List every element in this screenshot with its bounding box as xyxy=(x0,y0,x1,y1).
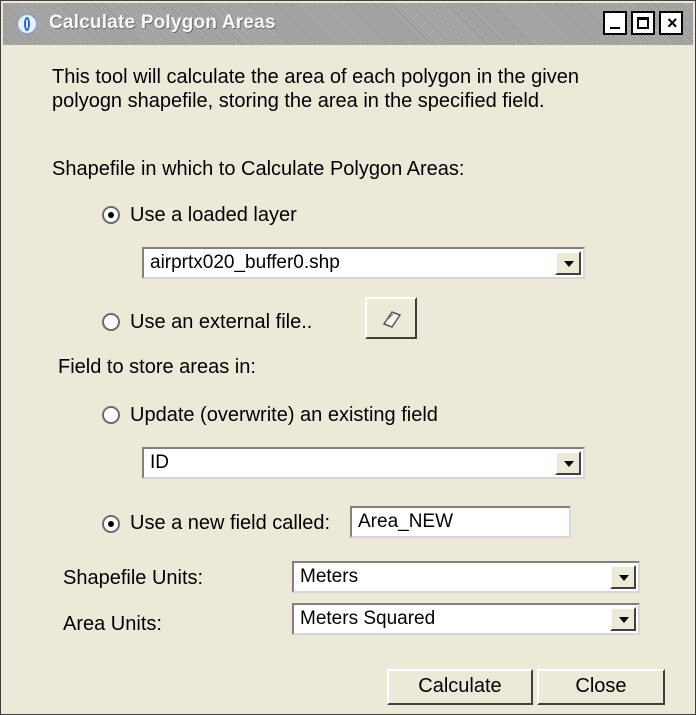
calculate-button[interactable]: Calculate xyxy=(387,669,533,705)
shapefile-units-value: Meters xyxy=(300,566,359,587)
browse-file-button[interactable] xyxy=(365,297,417,339)
shapefile-units-label: Shapefile Units: xyxy=(63,567,204,589)
area-units-value: Meters Squared xyxy=(300,608,436,629)
area-units-label: Area Units: xyxy=(63,613,162,635)
description-line-1: This tool will calculate the area of eac… xyxy=(52,66,579,88)
folder-icon xyxy=(382,311,402,328)
use-new-field-label[interactable]: Use a new field called: xyxy=(130,512,330,535)
dialog-window: Calculate Polygon Areas × This tool will… xyxy=(0,0,696,715)
description-line-2: polyogn shapefile, storing the area in t… xyxy=(52,90,545,112)
use-loaded-layer-label[interactable]: Use a loaded layer xyxy=(130,204,297,227)
area-units-select[interactable]: Meters Squared xyxy=(292,603,640,635)
use-new-field-radio[interactable] xyxy=(102,515,120,533)
chevron-down-icon[interactable] xyxy=(610,565,636,589)
chevron-down-icon[interactable] xyxy=(555,251,581,275)
minimize-button[interactable] xyxy=(603,11,627,35)
update-existing-field-label[interactable]: Update (overwrite) an existing field xyxy=(130,404,438,427)
update-existing-field-radio[interactable] xyxy=(102,406,120,424)
chevron-down-icon[interactable] xyxy=(555,451,581,475)
shapefile-section-label: Shapefile in which to Calculate Polygon … xyxy=(52,158,465,180)
use-external-file-label[interactable]: Use an external file.. xyxy=(130,311,312,334)
shapefile-units-select[interactable]: Meters xyxy=(292,561,640,593)
use-external-file-radio[interactable] xyxy=(102,313,120,331)
title-bar[interactable]: Calculate Polygon Areas × xyxy=(3,3,693,45)
new-field-name-input[interactable]: Area_NEW xyxy=(350,506,571,538)
chevron-down-icon[interactable] xyxy=(610,607,636,631)
new-field-name-value: Area_NEW xyxy=(358,511,454,532)
use-loaded-layer-radio[interactable] xyxy=(102,206,120,224)
maximize-button[interactable] xyxy=(631,11,655,35)
window-title: Calculate Polygon Areas xyxy=(49,12,276,33)
close-icon: × xyxy=(667,13,678,33)
close-window-button[interactable]: × xyxy=(659,11,683,35)
loaded-layer-select[interactable]: airprtx020_buffer0.shp xyxy=(142,247,585,279)
loaded-layer-value: airprtx020_buffer0.shp xyxy=(150,252,340,273)
existing-field-select[interactable]: ID xyxy=(142,447,585,479)
existing-field-value: ID xyxy=(150,452,169,473)
close-button[interactable]: Close xyxy=(537,669,665,705)
app-icon xyxy=(17,14,37,34)
field-section-label: Field to store areas in: xyxy=(58,356,256,378)
